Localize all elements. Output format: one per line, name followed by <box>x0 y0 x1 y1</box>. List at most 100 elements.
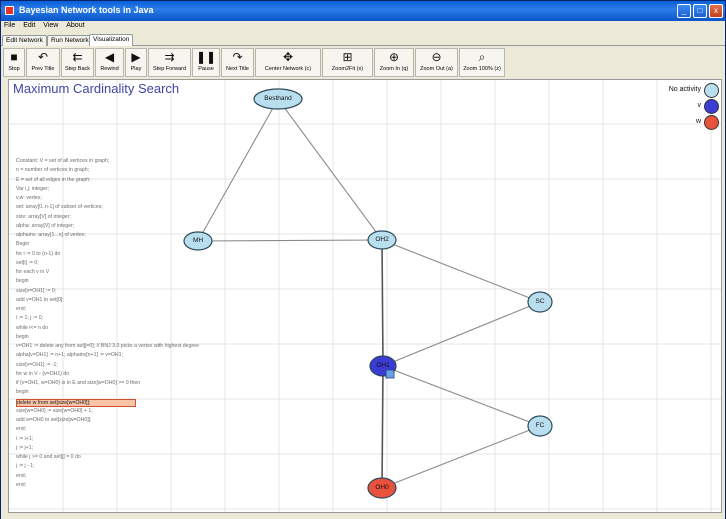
legend-swatch <box>704 83 719 98</box>
zoom-out-icon: ⊖ <box>431 50 442 64</box>
toolbar-button-label: Step Back <box>64 66 91 72</box>
code-line: set: array[0..n-1] of subset of vertices… <box>16 204 103 211</box>
minimize-button[interactable]: _ <box>677 4 691 18</box>
network-nodes <box>183 88 553 499</box>
toolbar-button-label: Pause <box>198 66 214 72</box>
app-icon <box>5 6 14 15</box>
zoom-in-icon: ⊕ <box>388 50 400 64</box>
toolbar-button-label: Zoom In (q) <box>379 66 409 72</box>
toolbar-button-label: Play <box>130 66 142 72</box>
center-network-icon: ✥ <box>282 50 294 64</box>
pointer-cursor-icon <box>385 369 395 379</box>
legend-label: v <box>697 102 702 109</box>
app-window: Bayesian Network tools in Java _ □ x Fil… <box>0 0 726 519</box>
prev-title-button[interactable]: ↶ Prev Title <box>26 48 60 77</box>
code-line: Constant: V = set of all vertices in gra… <box>16 158 110 164</box>
code-line: add w=OH0 to set[size[w=OH0]]; <box>16 417 92 423</box>
code-line: end; <box>16 472 27 479</box>
close-button[interactable]: x <box>709 4 723 18</box>
menu-about[interactable]: About <box>63 21 87 30</box>
panel-title: Maximum Cardinality Search <box>13 81 180 96</box>
zoom-out-button[interactable]: ⊖ Zoom Out (a) <box>415 48 458 77</box>
toolbar-button-label: Zoom 100% (z) <box>463 66 501 72</box>
zoom-100-icon: ⌕ <box>478 50 486 64</box>
node-label: OH0 <box>375 484 389 491</box>
tab-visualization[interactable]: Visualization <box>89 34 134 46</box>
step-forward-icon: ⇉ <box>164 50 175 64</box>
code-line: while j >= 0 and set[j] = 0 do <box>16 454 81 460</box>
toolbar-button-label: Stop <box>8 66 20 72</box>
menu-bar: File Edit View About <box>1 21 725 33</box>
center-network-button[interactable]: ✥ Center Network (c) <box>255 48 321 77</box>
code-line: alpha: array[V] of integer; <box>16 222 75 229</box>
grid-lines <box>9 80 721 512</box>
zoom-in-button[interactable]: ⊕ Zoom In (q) <box>374 48 414 77</box>
highlighted-code-line: delete w from set[size[w=OH0]]; <box>16 398 136 407</box>
visualization-panel[interactable]: Maximum Cardinality Search Constant: V =… <box>8 79 722 513</box>
node-label: MH <box>192 237 204 244</box>
code-line: begin <box>16 333 29 340</box>
zoom-fit-button[interactable]: ⊞ Zoom2Fit (x) <box>322 48 373 77</box>
next-title-button[interactable]: ↷ Next Title <box>221 48 254 77</box>
edge-oh2-oh1 <box>381 239 384 367</box>
legend-swatch <box>704 115 719 130</box>
node-label: SC <box>535 298 545 305</box>
prev-title-icon: ↶ <box>37 50 49 64</box>
menu-view[interactable]: View <box>40 21 61 30</box>
network-canvas[interactable] <box>9 80 722 513</box>
edge-besthand-mh <box>197 98 279 242</box>
code-line: end; <box>16 426 27 433</box>
edge-besthand-oh2 <box>277 98 383 241</box>
edge-oh1-fc <box>382 365 541 427</box>
code-line: begin <box>16 389 29 396</box>
toolbar: ■ Stop ↶ Prev Title ⇇ Step Back ◀ Rewind ▶ Play ⇉ S… <box>3 47 723 78</box>
pause-button[interactable]: ❚❚ Pause <box>192 48 220 77</box>
code-line: alpha[v=OH1] := n+1; alphainv[n+1] := v=… <box>16 352 123 359</box>
code-line: alphainv: array[1...n] of vertex; <box>16 232 86 238</box>
code-line: size[w=OH0] := size[w=OH0] + 1; <box>16 407 93 414</box>
code-line: set[i] := 0; <box>16 259 39 266</box>
toolbar-button-label: Prev Title <box>31 66 55 72</box>
code-line: j := j - 1; <box>16 463 35 470</box>
node-label: OH1 <box>376 362 390 369</box>
code-line: for w in V - {v=OH1} do <box>16 370 70 377</box>
code-line: add v=OH1 to set[0]; <box>16 296 64 303</box>
rewind-button[interactable]: ◀ Rewind <box>95 48 124 77</box>
code-line: while i<= n do <box>16 324 49 331</box>
code-line: for each v in V <box>16 269 50 275</box>
play-icon: ▶ <box>131 50 141 64</box>
toolbar-button-label: Zoom Out (a) <box>420 66 453 72</box>
toolbar-button-label: Step Forward <box>152 66 186 72</box>
code-line: E = set of all edges in the graph; <box>16 176 91 183</box>
maximize-button[interactable]: □ <box>693 4 707 18</box>
code-line: n = number of vertices in graph; <box>16 167 90 174</box>
toolbar-button-label: Center Network (c) <box>264 66 312 72</box>
code-line: end; <box>16 306 27 312</box>
play-button[interactable]: ▶ Play <box>125 48 147 77</box>
menu-edit[interactable]: Edit <box>20 21 38 30</box>
title-bar[interactable]: Bayesian Network tools in Java _ □ x <box>1 1 725 21</box>
legend-swatch <box>704 99 719 114</box>
rewind-icon: ◀ <box>104 50 115 64</box>
tab-run-network[interactable]: Run Network <box>47 35 93 46</box>
edge-fc-oh0 <box>381 425 541 489</box>
next-title-icon: ↷ <box>232 50 243 64</box>
step-back-button[interactable]: ⇇ Step Back <box>61 48 94 77</box>
zoom-100-button[interactable]: ⌕ Zoom 100% (z) <box>459 48 505 77</box>
node-label: OH2 <box>375 236 389 243</box>
code-line: Begin <box>16 241 30 248</box>
toolbar-button-label: Rewind <box>100 66 119 72</box>
stop-button[interactable]: ■ Stop <box>3 48 25 77</box>
tab-edit-network[interactable]: Edit Network <box>2 35 47 46</box>
step-forward-button[interactable]: ⇉ Step Forward <box>148 48 191 77</box>
stop-icon: ■ <box>10 50 18 64</box>
code-line: size[v=OH1] := 0; <box>16 287 57 294</box>
menu-file[interactable]: File <box>1 21 18 30</box>
window-title: Bayesian Network tools in Java <box>19 5 154 15</box>
code-line: i := i+1; <box>16 435 34 442</box>
edge-mh-oh2 <box>197 239 383 242</box>
code-line: size: array[V] of integer; <box>16 213 71 220</box>
code-line: v,w: vertex; <box>16 195 42 201</box>
code-line: size[v=OH1] := -1; <box>16 361 58 368</box>
node-label: FC <box>535 422 545 429</box>
